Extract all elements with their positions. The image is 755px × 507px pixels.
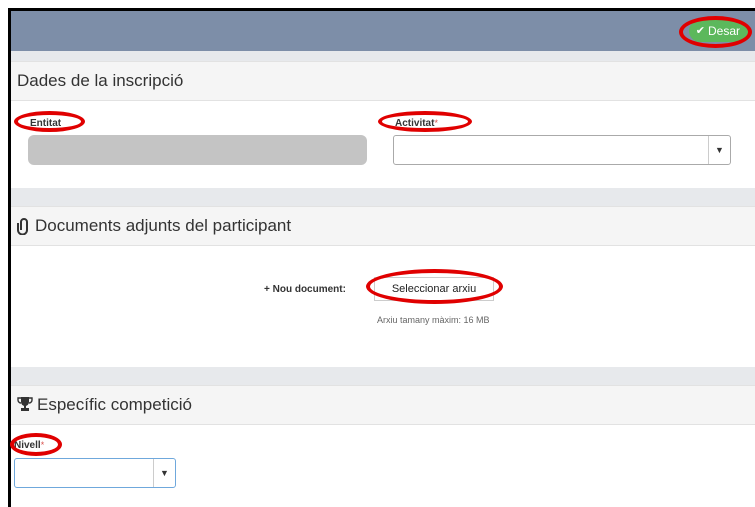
- form-window: ✔ Desar Dades de la inscripció Entitat A…: [0, 0, 755, 507]
- frame-border-top: [8, 8, 755, 11]
- save-button[interactable]: ✔ Desar: [688, 20, 749, 42]
- frame-border-left: [8, 10, 11, 507]
- section-title-registration: Dades de la inscripció: [17, 71, 184, 90]
- entity-field: [28, 135, 367, 165]
- section-separator: [11, 367, 755, 385]
- section-title-competition: Específic competició: [37, 395, 192, 414]
- trophy-icon: [17, 396, 33, 414]
- select-file-label: Seleccionar arxiu: [391, 283, 477, 295]
- activity-label: Activitat*: [395, 118, 438, 129]
- section-separator: [11, 51, 755, 61]
- activity-select[interactable]: ▼: [393, 135, 731, 165]
- check-icon: ✔: [695, 25, 705, 37]
- save-button-label: Desar: [707, 24, 740, 38]
- entity-label: Entitat: [30, 118, 62, 129]
- max-size-hint: Arxiu tamany màxim: 16 MB: [377, 315, 490, 325]
- level-select[interactable]: ▼: [14, 458, 176, 488]
- section-header-registration: Dades de la inscripció: [11, 61, 755, 101]
- section-separator: [11, 188, 755, 206]
- section-title-documents: Documents adjunts del participant: [35, 216, 292, 235]
- level-label: Nivell*: [14, 440, 45, 451]
- select-file-button[interactable]: Seleccionar arxiu: [374, 277, 494, 301]
- new-document-label: + Nou document:: [264, 284, 346, 295]
- caret-down-icon: ▼: [153, 459, 175, 487]
- section-header-documents: Documents adjunts del participant: [11, 206, 755, 246]
- caret-down-icon: ▼: [708, 136, 730, 164]
- form-toolbar: ✔ Desar: [11, 11, 755, 51]
- paperclip-icon: [17, 217, 33, 236]
- section-header-competition: Específic competició: [11, 385, 755, 425]
